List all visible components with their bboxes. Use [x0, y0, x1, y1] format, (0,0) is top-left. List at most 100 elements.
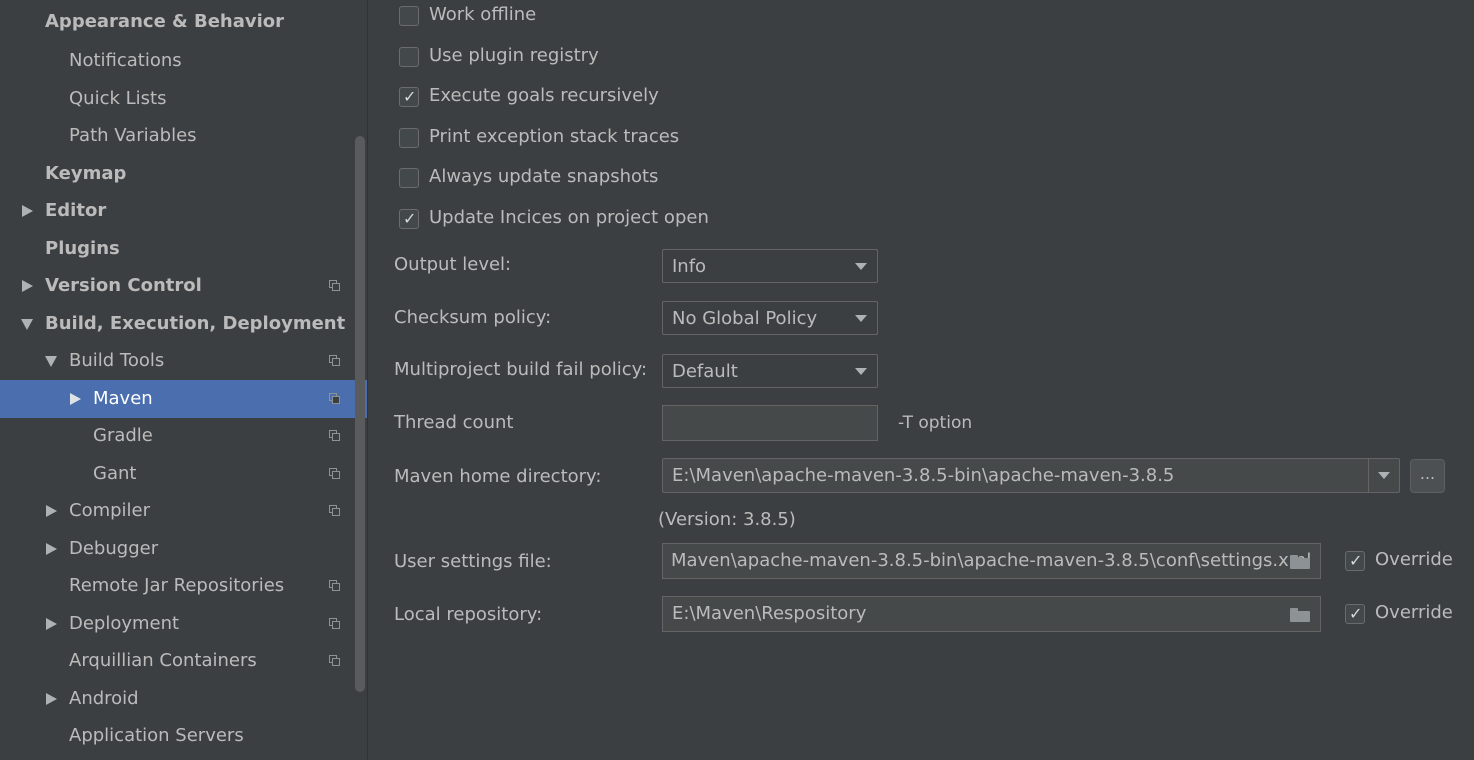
tree-item-label: Debugger — [69, 538, 159, 559]
thread-count-input[interactable] — [662, 405, 878, 441]
tree-item-label: Plugins — [45, 238, 120, 259]
expand-arrow-icon[interactable] — [70, 393, 81, 405]
execute-goals-recursively-checkbox[interactable]: ✓ — [399, 87, 419, 107]
tree-item-android[interactable]: Android — [0, 680, 367, 718]
tree-item-label: Arquillian Containers — [69, 650, 257, 671]
output-level-select[interactable]: Info — [662, 249, 878, 283]
tree-item-label: Appearance & Behavior — [45, 11, 285, 32]
thread-count-hint: -T option — [898, 413, 973, 433]
tree-item-debugger[interactable]: Debugger — [0, 530, 367, 568]
tree-item-gant[interactable]: Gant — [0, 455, 367, 493]
fail-policy-value: Default — [672, 361, 738, 382]
checksum-policy-select[interactable]: No Global Policy — [662, 301, 878, 335]
tree-item-plugins[interactable]: Plugins — [0, 230, 367, 268]
override-label: Override — [1375, 549, 1453, 570]
user-settings-label: User settings file: — [394, 551, 552, 572]
update-indices-checkbox[interactable]: ✓ — [399, 209, 419, 229]
override-label: Override — [1375, 602, 1453, 623]
chevron-down-icon — [1378, 472, 1390, 479]
copy-icon — [329, 430, 341, 442]
tree-item-label: Version Control — [45, 275, 202, 296]
expand-arrow-icon[interactable] — [46, 693, 57, 705]
local-repo-value: E:\Maven\Respository — [672, 603, 867, 624]
user-settings-value: Maven\apache-maven-3.8.5-bin\apache-mave… — [671, 550, 1312, 571]
use-plugin-registry-checkbox[interactable] — [399, 47, 419, 67]
tree-item-deployment[interactable]: Deployment — [0, 605, 367, 643]
tree-item-label: Build Tools — [69, 350, 165, 371]
option-label: Update Incices on project open — [429, 207, 709, 228]
expand-arrow-icon[interactable] — [46, 618, 57, 630]
combo-separator — [1368, 459, 1369, 493]
copy-icon — [329, 580, 341, 592]
maven-home-value: E:\Maven\apache-maven-3.8.5-bin\apache-m… — [672, 465, 1175, 486]
local-repo-input[interactable]: E:\Maven\Respository — [662, 596, 1321, 632]
tree-item-label: Remote Jar Repositories — [69, 575, 285, 596]
maven-home-select[interactable]: E:\Maven\apache-maven-3.8.5-bin\apache-m… — [662, 458, 1400, 493]
tree-item-label: Notifications — [69, 50, 182, 71]
maven-home-label: Maven home directory: — [394, 466, 602, 487]
tree-item-maven[interactable]: Maven — [0, 380, 367, 418]
local-repo-override-checkbox[interactable]: ✓ — [1345, 604, 1365, 624]
thread-count-label: Thread count — [394, 412, 514, 433]
tree-item-arquillian-containers[interactable]: Arquillian Containers — [0, 642, 367, 680]
tree-item-label: Gradle — [93, 425, 153, 446]
folder-icon[interactable] — [1290, 608, 1310, 622]
tree-item-label: Deployment — [69, 613, 180, 634]
chevron-down-icon — [855, 368, 867, 375]
tree-item-label: Android — [69, 688, 139, 709]
tree-item-appearance-behavior[interactable]: Appearance & Behavior — [0, 3, 367, 41]
fail-policy-select[interactable]: Default — [662, 354, 878, 388]
tree-item-remote-jar-repositories[interactable]: Remote Jar Repositories — [0, 567, 367, 605]
always-update-snapshots-checkbox[interactable] — [399, 168, 419, 188]
expand-arrow-icon[interactable] — [46, 543, 57, 555]
checksum-policy-label: Checksum policy: — [394, 307, 552, 328]
expand-arrow-icon[interactable] — [22, 280, 33, 292]
option-label: Execute goals recursively — [429, 85, 659, 106]
check-icon: ✓ — [403, 87, 417, 106]
tree-item-editor[interactable]: Editor — [0, 192, 367, 230]
option-label: Always update snapshots — [429, 166, 659, 187]
sidebar-scrollbar[interactable] — [355, 136, 365, 692]
tree-item-label: Compiler — [69, 500, 151, 521]
check-icon: ✓ — [1349, 604, 1363, 623]
tree-item-compiler[interactable]: Compiler — [0, 492, 367, 530]
work-offline-checkbox[interactable] — [399, 6, 419, 26]
tree-item-notifications[interactable]: Notifications — [0, 42, 367, 80]
folder-icon[interactable] — [1290, 555, 1310, 569]
settings-tree: Appearance & Behavior Notifications Quic… — [0, 0, 368, 760]
option-label: Use plugin registry — [429, 45, 599, 66]
copy-icon — [329, 280, 341, 292]
collapse-arrow-icon[interactable] — [21, 319, 33, 330]
tree-item-application-servers[interactable]: Application Servers — [0, 717, 367, 755]
tree-item-version-control[interactable]: Version Control — [0, 267, 367, 305]
tree-item-label: Application Servers — [69, 725, 244, 746]
check-icon: ✓ — [1349, 551, 1363, 570]
copy-icon — [329, 618, 341, 630]
tree-item-quick-lists[interactable]: Quick Lists — [0, 80, 367, 118]
tree-item-gradle[interactable]: Gradle — [0, 417, 367, 455]
fail-policy-label: Multiproject build fail policy: — [394, 359, 648, 380]
expand-arrow-icon[interactable] — [22, 205, 33, 217]
maven-version-text: (Version: 3.8.5) — [658, 509, 796, 530]
expand-arrow-icon[interactable] — [46, 505, 57, 517]
tree-item-label: Path Variables — [69, 125, 197, 146]
tree-item-label: Gant — [93, 463, 137, 484]
user-settings-input[interactable]: Maven\apache-maven-3.8.5-bin\apache-mave… — [662, 543, 1321, 579]
tree-item-build-execution-deployment[interactable]: Build, Execution, Deployment — [0, 305, 367, 343]
tree-item-label: Build, Execution, Deployment — [45, 313, 346, 334]
tree-item-label: Keymap — [45, 163, 127, 184]
user-settings-override-checkbox[interactable]: ✓ — [1345, 551, 1365, 571]
tree-item-path-variables[interactable]: Path Variables — [0, 117, 367, 155]
copy-icon — [329, 468, 341, 480]
copy-icon — [329, 505, 341, 517]
tree-item-keymap[interactable]: Keymap — [0, 155, 367, 193]
tree-item-build-tools[interactable]: Build Tools — [0, 342, 367, 380]
print-exception-stack-traces-checkbox[interactable] — [399, 128, 419, 148]
browse-maven-home-button[interactable]: ... — [1410, 459, 1445, 493]
copy-icon — [329, 655, 341, 667]
collapse-arrow-icon[interactable] — [45, 356, 57, 367]
copy-icon — [329, 355, 341, 367]
check-icon: ✓ — [403, 209, 417, 228]
tree-item-label: Quick Lists — [69, 88, 167, 109]
checksum-policy-value: No Global Policy — [672, 308, 818, 329]
